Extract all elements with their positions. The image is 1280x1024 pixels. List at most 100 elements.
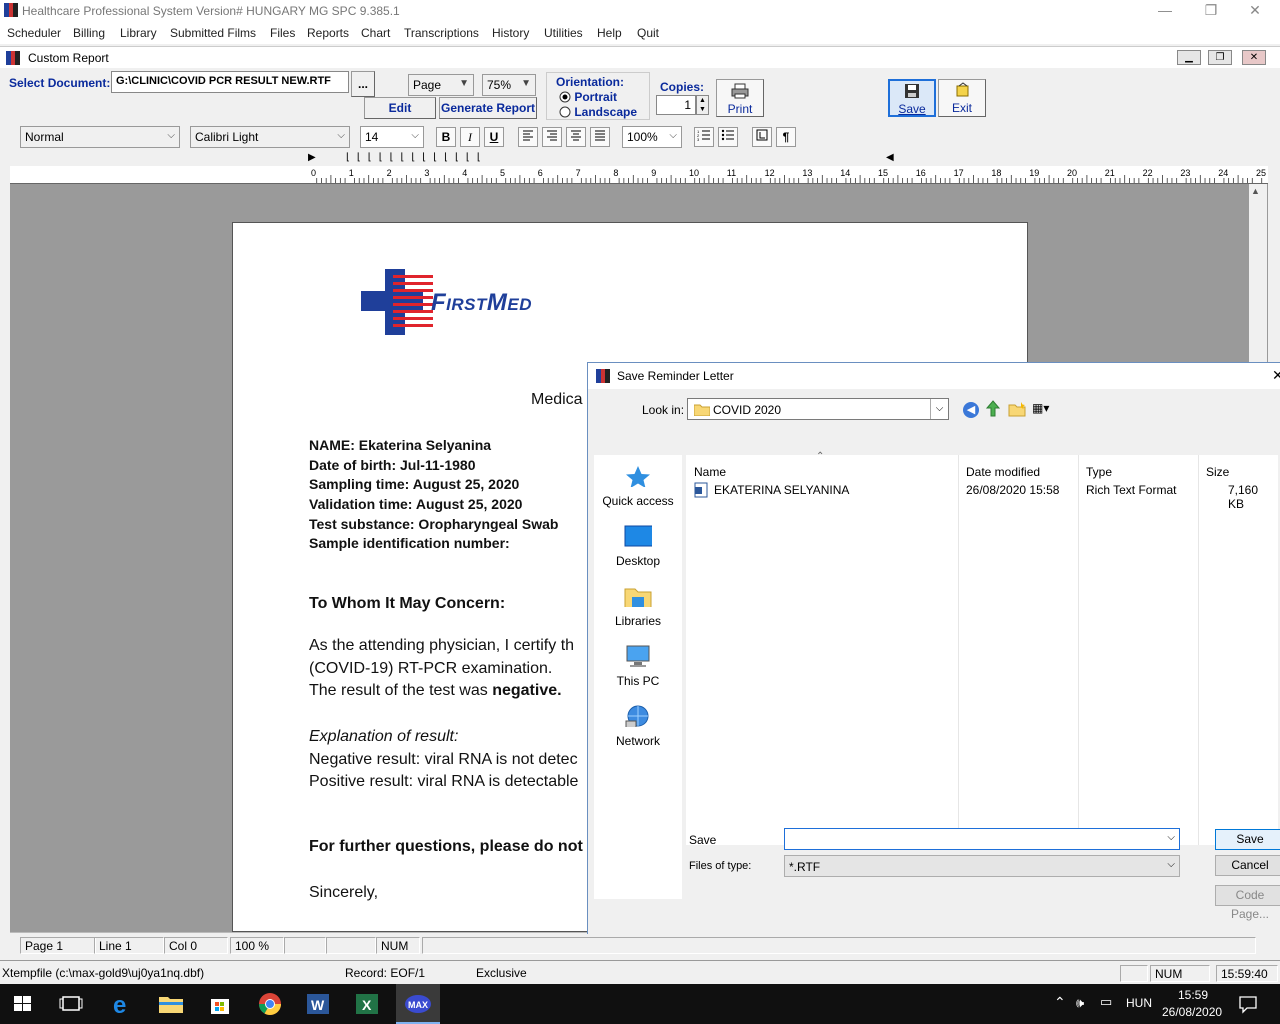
place-quick-access[interactable]: Quick access	[594, 465, 682, 508]
zoom-select[interactable]: 75% ▼	[482, 74, 536, 96]
tray-chevron-up-icon[interactable]: ⌃	[1054, 994, 1066, 1011]
files-of-type-select[interactable]: *.RTF ⌵	[784, 855, 1180, 877]
volume-icon[interactable]: 🕪	[1076, 995, 1084, 1011]
select-document-input[interactable]: G:\CLINIC\COVID PCR RESULT NEW.RTF	[111, 71, 349, 93]
numbered-list-button[interactable]: 123	[694, 127, 714, 147]
edge-browser-icon[interactable]: e	[108, 990, 138, 1018]
word-icon[interactable]: W	[303, 990, 333, 1018]
column-name[interactable]: Name	[694, 465, 726, 479]
sort-chevron-icon: ⌃	[816, 451, 825, 462]
language-indicator[interactable]: HUN	[1126, 996, 1152, 1010]
close-button[interactable]: ✕	[1232, 2, 1278, 19]
align-center-button[interactable]	[566, 127, 586, 147]
menu-submitted-films[interactable]: Submitted Films	[170, 26, 256, 40]
landscape-radio[interactable]: Landscape	[559, 105, 637, 119]
portrait-radio[interactable]: Portrait	[559, 90, 617, 104]
chrome-icon[interactable]	[255, 990, 285, 1018]
file-list[interactable]: ⌃ Name Date modified Type Size EKATERINA…	[686, 451, 1278, 845]
align-right-icon	[547, 130, 557, 141]
dialog-cancel-button[interactable]: Cancel	[1215, 855, 1280, 876]
justify-button[interactable]	[590, 127, 610, 147]
menu-quit[interactable]: Quit	[637, 26, 659, 40]
right-indent-marker[interactable]: ◀	[886, 152, 894, 163]
excel-icon[interactable]: X	[352, 990, 382, 1018]
menu-help[interactable]: Help	[597, 26, 622, 40]
print-button[interactable]: Print	[716, 79, 764, 117]
font-size-select[interactable]: 14 ⌵	[360, 126, 424, 148]
italic-button[interactable]: I	[460, 127, 480, 147]
style-value: Normal	[25, 130, 64, 144]
report-close-button[interactable]: ✕	[1242, 50, 1266, 65]
taskbar-date[interactable]: 26/08/2020	[1162, 1005, 1222, 1019]
file-row[interactable]: EKATERINA SELYANINA 26/08/2020 15:58 Ric…	[694, 481, 1274, 511]
menu-files[interactable]: Files	[270, 26, 295, 40]
notifications-icon[interactable]	[1238, 994, 1258, 1014]
bold-button[interactable]: B	[436, 127, 456, 147]
exit-button[interactable]: Exit	[938, 79, 986, 117]
healthcare-app-taskbar-button[interactable]: MAX	[396, 984, 440, 1024]
save-dialog-close-icon[interactable]: ✕	[1272, 367, 1280, 384]
tab-stops[interactable]: ⌊⌊⌊⌊⌊⌊⌊⌊⌊⌊⌊⌊⌊	[346, 152, 488, 163]
paragraph-zoom-select[interactable]: 100% ⌵	[622, 126, 682, 148]
menu-library[interactable]: Library	[120, 26, 157, 40]
column-type[interactable]: Type	[1086, 465, 1112, 479]
windows-start-icon[interactable]	[8, 990, 38, 1018]
scroll-up-arrow[interactable]: ▲	[1251, 186, 1260, 196]
restore-button[interactable]: ❐	[1188, 2, 1234, 19]
file-explorer-icon[interactable]	[156, 990, 186, 1018]
network-tray-icon[interactable]: ▭	[1100, 994, 1112, 1010]
align-left-button[interactable]	[518, 127, 538, 147]
underline-button[interactable]: U	[484, 127, 504, 147]
dialog-save-button[interactable]: Save	[1215, 829, 1280, 850]
look-in-select[interactable]: COVID 2020 ⌵	[687, 398, 949, 420]
menu-billing[interactable]: Billing	[73, 26, 105, 40]
style-select[interactable]: Normal ⌵	[20, 126, 180, 148]
place-libraries[interactable]: Libraries	[594, 585, 682, 628]
place-this-pc[interactable]: This PC	[594, 645, 682, 688]
report-minimize-button[interactable]: ▁	[1177, 50, 1201, 65]
place-desktop[interactable]: Desktop	[594, 525, 682, 568]
generate-report-button[interactable]: Generate Report	[439, 97, 537, 119]
show-formatting-button[interactable]: ¶	[776, 127, 796, 147]
dialog-code-page-button[interactable]: Code Page...	[1215, 885, 1280, 921]
new-folder-icon[interactable]	[1008, 401, 1026, 417]
browse-document-button[interactable]: ...	[351, 71, 375, 97]
taskbar-time[interactable]: 15:59	[1178, 988, 1208, 1002]
column-size[interactable]: Size	[1206, 465, 1229, 479]
place-network[interactable]: Network	[594, 705, 682, 748]
copies-spinner[interactable]: ▲ ▼	[696, 95, 709, 115]
files-of-type-label: Files of type:	[689, 860, 752, 872]
left-indent-marker[interactable]: ▶	[308, 152, 316, 163]
back-icon[interactable]: ◀	[963, 402, 979, 418]
save-name-input[interactable]: ⌵	[784, 828, 1180, 850]
column-date-modified[interactable]: Date modified	[966, 465, 1040, 479]
menu-reports[interactable]: Reports	[307, 26, 349, 40]
task-view-icon[interactable]	[56, 990, 86, 1018]
tab-stop-ruler[interactable]: ▶ ⌊⌊⌊⌊⌊⌊⌊⌊⌊⌊⌊⌊⌊ ◀	[10, 152, 1268, 166]
menu-utilities[interactable]: Utilities	[544, 26, 583, 40]
minimize-button[interactable]: —	[1142, 2, 1188, 18]
ruler-number: 6	[537, 168, 543, 178]
font-select[interactable]: Calibri Light ⌵	[190, 126, 350, 148]
app-title: Healthcare Professional System Version# …	[22, 4, 400, 18]
menu-transcriptions[interactable]: Transcriptions	[404, 26, 479, 40]
logo-text: FirstMed	[431, 289, 532, 316]
tab-stop-button[interactable]	[752, 127, 772, 147]
store-icon[interactable]	[205, 990, 235, 1018]
bullet-list-button[interactable]	[718, 127, 738, 147]
menu-chart[interactable]: Chart	[361, 26, 390, 40]
align-right-button[interactable]	[542, 127, 562, 147]
up-folder-icon[interactable]	[985, 400, 1001, 418]
edit-button[interactable]: Edit	[364, 97, 436, 119]
ruler-number: 24	[1218, 168, 1229, 178]
copies-input[interactable]: 1	[656, 95, 696, 115]
place-libraries-label: Libraries	[614, 614, 662, 628]
report-restore-button[interactable]: ❐	[1208, 50, 1232, 65]
menu-scheduler[interactable]: Scheduler	[7, 26, 61, 40]
save-button[interactable]: Save	[888, 79, 936, 117]
landscape-label: Landscape	[574, 105, 638, 119]
view-mode-select[interactable]: Page ▼	[408, 74, 474, 96]
view-menu-icon[interactable]: ▦▾	[1032, 401, 1058, 417]
certification-line-1: As the attending physician, I certify th	[309, 637, 575, 654]
menu-history[interactable]: History	[492, 26, 529, 40]
